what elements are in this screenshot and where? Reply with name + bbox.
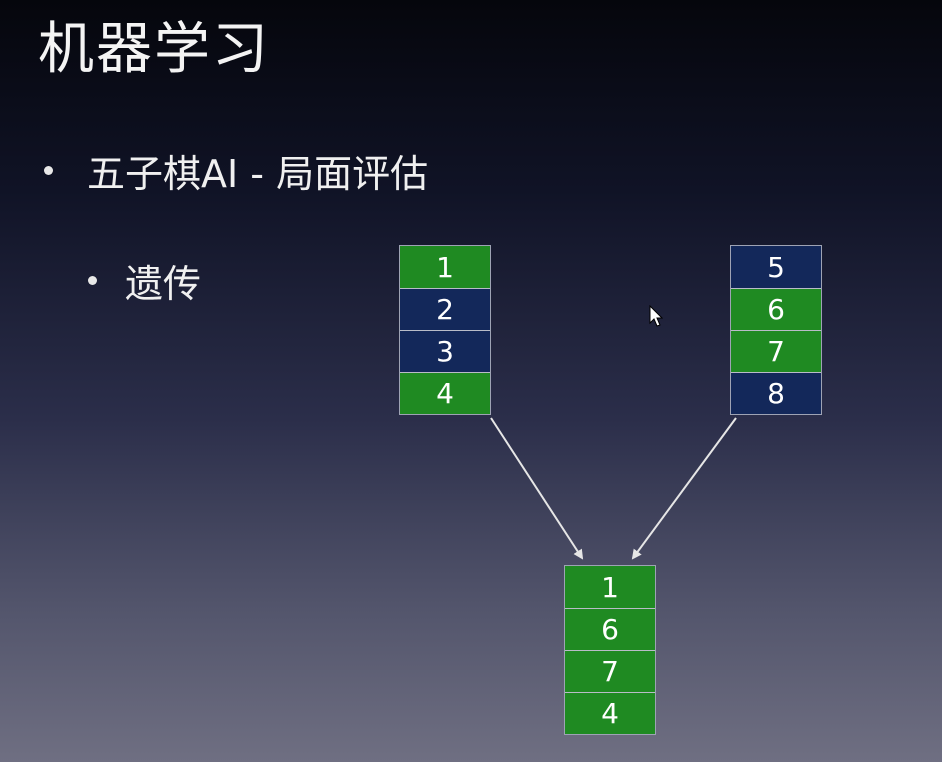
- parent-a-chromosome: 1 2 3 4: [399, 245, 491, 415]
- gene-cell: 8: [731, 372, 821, 414]
- gene-cell: 1: [400, 246, 490, 288]
- bullet-dot-icon: [44, 165, 53, 175]
- mouse-pointer-icon: [649, 305, 663, 327]
- parent-b-chromosome: 5 6 7 8: [730, 245, 822, 415]
- gene-cell: 7: [731, 330, 821, 372]
- gene-cell: 3: [400, 330, 490, 372]
- gene-cell: 7: [565, 650, 655, 692]
- child-chromosome: 1 6 7 4: [564, 565, 656, 735]
- gene-cell: 4: [565, 692, 655, 734]
- gene-cell: 1: [565, 566, 655, 608]
- bullet-text: 五子棋AI - 局面评估: [87, 151, 429, 196]
- slide-title: 机器学习: [38, 17, 270, 82]
- arrow-icon: [490, 417, 584, 560]
- bullet-item-gomoku: 五子棋AI - 局面评估: [44, 146, 428, 196]
- bullet-text: 遗传: [125, 261, 202, 306]
- sub-bullet-item-genetic: 遗传: [88, 256, 201, 306]
- gene-cell: 6: [731, 288, 821, 330]
- gene-cell: 2: [400, 288, 490, 330]
- gene-cell: 6: [565, 608, 655, 650]
- gene-cell: 5: [731, 246, 821, 288]
- bullet-dot-icon: [88, 275, 97, 285]
- gene-cell: 4: [400, 372, 490, 414]
- arrow-icon: [631, 417, 737, 560]
